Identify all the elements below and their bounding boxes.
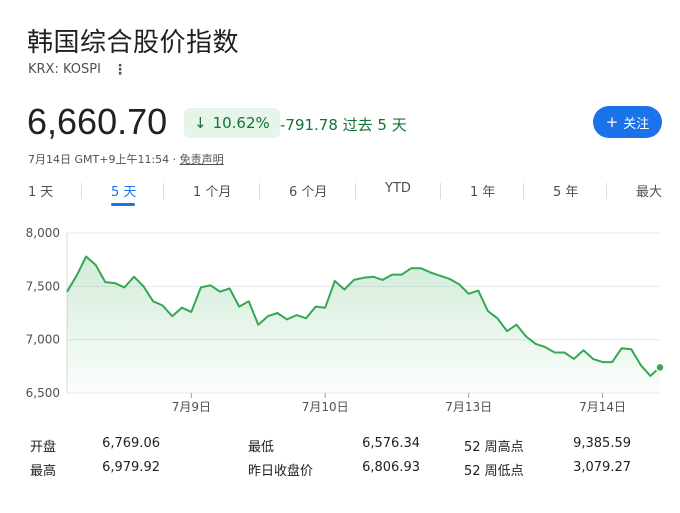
range-tabs: 1 天 5 天 1 个月 6 个月 YTD 1 年 5 年 最大 — [0, 181, 680, 209]
follow-button[interactable]: + 关注 — [593, 106, 662, 138]
arrow-down-icon: ↓ — [194, 114, 207, 132]
tab-separator — [523, 183, 524, 199]
page-title: 韩国综合股价指数 — [27, 28, 240, 58]
x-tick-label: 7月13日 — [445, 400, 492, 414]
change-absolute: -791.78 过去 5 天 — [280, 116, 407, 134]
x-tick-label: 7月14日 — [579, 400, 626, 414]
tab-separator — [81, 183, 82, 199]
stat-label-52w-low: 52 周低点 — [464, 464, 524, 479]
ticker-row: KRX: KOSPI ⋮ — [28, 62, 127, 77]
timestamp-text: 7月14日 GMT+9上午11:54 · — [28, 153, 180, 166]
stat-value-high: 6,979.92 — [102, 460, 160, 475]
change-percent-badge: ↓ 10.62% — [184, 108, 280, 138]
tab-5d[interactable]: 5 天 — [111, 181, 136, 200]
ticker-symbol: KRX: KOSPI — [28, 62, 101, 77]
y-tick-label: 7,000 — [26, 333, 60, 347]
y-tick-label: 8,000 — [26, 226, 60, 240]
change-percent: 10.62% — [212, 114, 270, 132]
more-options-icon[interactable]: ⋮ — [113, 63, 127, 77]
stat-label-low: 最低 — [248, 440, 275, 455]
current-price: 6,660.70 — [27, 101, 168, 142]
tab-separator — [606, 183, 607, 199]
tab-separator — [440, 183, 441, 199]
y-tick-label: 6,500 — [26, 386, 60, 400]
x-tick-label: 7月9日 — [172, 400, 211, 414]
tab-1m[interactable]: 1 个月 — [193, 181, 231, 200]
quote-timestamp: 7月14日 GMT+9上午11:54 · 免责声明 — [28, 151, 224, 167]
tab-ytd[interactable]: YTD — [385, 181, 411, 196]
follow-label: 关注 — [623, 116, 650, 132]
stat-value-52w-high: 9,385.59 — [573, 436, 631, 451]
stat-value-low: 6,576.34 — [362, 436, 420, 451]
stat-value-52w-low: 3,079.27 — [573, 460, 631, 475]
tab-separator — [355, 183, 356, 199]
y-tick-label: 7,500 — [26, 279, 60, 293]
disclaimer-link[interactable]: 免责声明 — [180, 153, 224, 166]
tab-1d[interactable]: 1 天 — [28, 181, 53, 200]
plus-icon: + — [605, 113, 619, 131]
tab-5y[interactable]: 5 年 — [553, 181, 578, 200]
x-tick-label: 7月10日 — [302, 400, 349, 414]
latest-price-dot — [655, 362, 665, 373]
tab-6m[interactable]: 6 个月 — [289, 181, 327, 200]
tab-separator — [259, 183, 260, 199]
price-chart[interactable]: 8,000 7,500 7,000 6,500 7月9日 7月10日 7月13日 7月14日 — [0, 220, 680, 420]
stat-label-52w-high: 52 周高点 — [464, 440, 524, 455]
stat-value-prev-close: 6,806.93 — [362, 460, 420, 475]
tab-max[interactable]: 最大 — [636, 181, 662, 200]
active-tab-indicator — [111, 203, 135, 206]
stat-label-open: 开盘 — [30, 440, 57, 455]
stat-label-prev-close: 昨日收盘价 — [248, 464, 314, 479]
tab-1y[interactable]: 1 年 — [470, 181, 495, 200]
stat-label-high: 最高 — [30, 464, 57, 479]
stat-value-open: 6,769.06 — [102, 436, 160, 451]
tab-separator — [163, 183, 164, 199]
